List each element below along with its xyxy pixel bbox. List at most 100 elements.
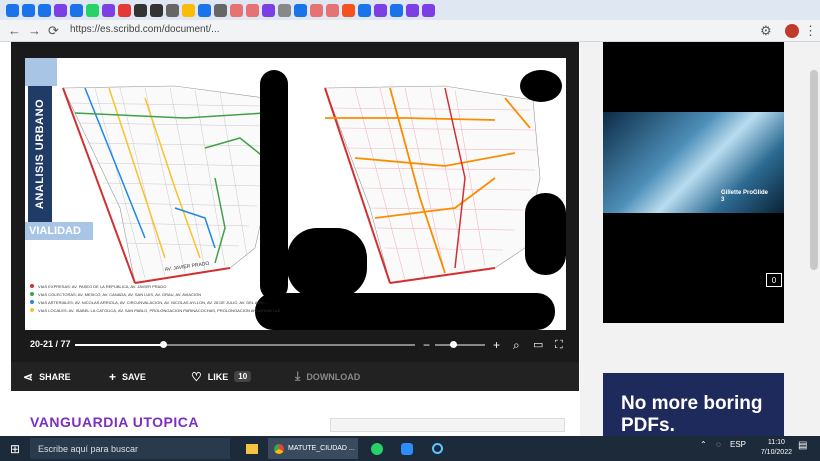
bookmark-icon[interactable] <box>166 3 179 17</box>
bookmark-icon[interactable] <box>102 3 115 17</box>
page-counter: 20-21 / 77 <box>30 339 71 349</box>
legend-item: VIAS ARTERIALES: AV. NICOLAS ARRIOLA, AV… <box>30 298 270 306</box>
bookmark-icon[interactable] <box>374 3 387 17</box>
bookmark-icon[interactable] <box>422 3 435 17</box>
legend-text: VIAS LOCALES: AV. ISABEL LA CATOLICA, AV… <box>38 307 281 313</box>
whatsapp-icon[interactable] <box>366 438 388 459</box>
document-title[interactable]: VANGUARDIA UTOPICA <box>30 414 199 430</box>
bookmark-icon[interactable] <box>54 3 67 17</box>
language-indicator[interactable]: ESP <box>730 440 746 449</box>
legend-item: VIAS EXPRESAS: AV. PASEO DE LA REPUBLICA… <box>30 282 270 290</box>
ad-strip[interactable] <box>330 418 565 432</box>
bookmark-icon[interactable] <box>182 3 195 17</box>
redaction-mark <box>260 70 288 300</box>
document-action-bar: ⋖ SHARE + SAVE ♡ LIKE 10 ⤓ DOWNLOAD <box>11 362 579 391</box>
zoom-out-icon[interactable]: − <box>423 336 430 354</box>
slide-header-block <box>25 58 57 86</box>
left-street-map: AV. JAVIER PRADO <box>62 85 272 284</box>
bookmark-icon[interactable] <box>230 3 243 17</box>
legend-dot <box>30 284 34 288</box>
bookmark-icon[interactable] <box>390 3 403 17</box>
download-label: DOWNLOAD <box>306 371 361 382</box>
ad-counter: 0 <box>766 273 782 287</box>
reload-icon[interactable]: ⟳ <box>48 23 59 39</box>
fit-page-icon[interactable]: ▭ <box>533 336 543 354</box>
ad-video-caption: Gillette ProGlide 3 <box>721 190 769 203</box>
bookmark-icon[interactable] <box>70 3 83 17</box>
legend-item: VIAS LOCALES: AV. ISABEL LA CATOLICA, AV… <box>30 306 280 314</box>
clock[interactable]: 11:10 7/10/2022 <box>761 438 792 458</box>
legend-text: VIAS COLECTORAS: AV. MEXICO, AV. CANADA,… <box>38 291 202 297</box>
redaction-mark <box>520 70 562 102</box>
clock-date: 7/10/2022 <box>760 449 792 456</box>
plus-icon: + <box>109 369 117 384</box>
forward-icon[interactable]: → <box>28 23 41 39</box>
bookmark-icon[interactable] <box>214 3 227 17</box>
url-field[interactable]: https://es.scribd.com/document/... <box>70 24 220 35</box>
bookmark-icon[interactable] <box>22 3 35 17</box>
search-app-icon[interactable] <box>426 438 448 459</box>
page-progress-fill <box>75 344 164 346</box>
bookmark-icon[interactable] <box>86 3 99 17</box>
bookmark-icon[interactable] <box>118 3 131 17</box>
zoom-app-icon[interactable] <box>396 438 418 459</box>
legend-dot <box>30 300 34 304</box>
redaction-mark <box>287 228 367 298</box>
zoom-handle[interactable] <box>450 341 457 348</box>
save-button[interactable]: + SAVE <box>109 362 146 391</box>
file-explorer-icon[interactable] <box>242 438 262 459</box>
bookmark-icon[interactable] <box>294 3 307 17</box>
bookmark-icon[interactable] <box>406 3 419 17</box>
bookmark-icon[interactable] <box>278 3 291 17</box>
page-scrollbar[interactable] <box>810 70 818 270</box>
page-progress-handle[interactable] <box>160 341 168 348</box>
redaction-mark <box>255 293 555 330</box>
bookmark-icon[interactable] <box>150 3 163 17</box>
bookmark-icon[interactable] <box>6 3 19 17</box>
bookmark-icon[interactable] <box>198 3 211 17</box>
profile-avatar[interactable] <box>785 24 799 38</box>
legend-dot <box>30 308 34 312</box>
save-label: SAVE <box>122 371 146 382</box>
like-button[interactable]: ♡ LIKE 10 <box>191 362 252 391</box>
zoom-in-icon[interactable]: + <box>493 336 500 354</box>
bookmark-icon[interactable] <box>246 3 259 17</box>
taskbar-search[interactable]: Escribe aquí para buscar <box>30 438 230 459</box>
share-icon: ⋖ <box>23 369 34 384</box>
fullscreen-icon[interactable]: ⛶ <box>555 336 563 354</box>
heart-icon: ♡ <box>191 369 202 384</box>
chrome-taskbar-item[interactable]: MATUTE_CIUDAD ... <box>268 438 358 459</box>
search-icon[interactable]: ⌕ <box>513 336 520 354</box>
like-count-badge: 10 <box>234 371 252 382</box>
download-button[interactable]: ⤓ DOWNLOAD <box>295 362 360 391</box>
page-progress-slider[interactable] <box>75 341 415 348</box>
chrome-tab-label: MATUTE_CIUDAD ... <box>288 445 355 452</box>
share-button[interactable]: ⋖ SHARE <box>23 362 71 391</box>
legend-text: VIAS EXPRESAS: AV. PASEO DE LA REPUBLICA… <box>38 283 167 289</box>
promo-banner[interactable]: No more boring PDFs. <box>603 373 784 436</box>
viewer-controls: 20-21 / 77 − + ⌕ ▭ ⛶ <box>25 336 573 354</box>
windows-start-icon[interactable]: ⊞ <box>4 438 26 459</box>
legend-item: VIAS COLECTORAS: AV. MEXICO, AV. CANADA,… <box>30 290 270 298</box>
like-label: LIKE <box>207 371 229 382</box>
zoom-slider[interactable] <box>435 341 485 348</box>
slide-vertical-title: ANALISIS URBANO <box>34 98 46 210</box>
volume-icon[interactable]: ◌ <box>716 440 721 449</box>
bookmark-icon[interactable] <box>38 3 51 17</box>
bookmark-icon[interactable] <box>134 3 147 17</box>
bookmark-icon[interactable] <box>342 3 355 17</box>
bookmark-icon[interactable] <box>262 3 275 17</box>
redaction-mark <box>525 193 566 275</box>
menu-icon[interactable]: ⋮ <box>804 23 817 39</box>
network-icon[interactable]: ⌃ <box>700 440 707 449</box>
legend-text: VIAS ARTERIALES: AV. NICOLAS ARRIOLA, AV… <box>38 299 268 305</box>
bookmark-icon[interactable] <box>310 3 323 17</box>
bookmark-icon[interactable] <box>326 3 339 17</box>
bookmark-icon[interactable] <box>358 3 371 17</box>
extensions-icon[interactable]: ⚙ <box>760 23 772 39</box>
bookmarks-bar <box>0 0 820 20</box>
clock-time: 11:10 <box>767 439 785 446</box>
back-icon[interactable]: ← <box>8 23 21 39</box>
ad-video[interactable]: Gillette ProGlide 3 <box>603 112 784 213</box>
notifications-icon[interactable]: ▤ <box>798 440 807 451</box>
